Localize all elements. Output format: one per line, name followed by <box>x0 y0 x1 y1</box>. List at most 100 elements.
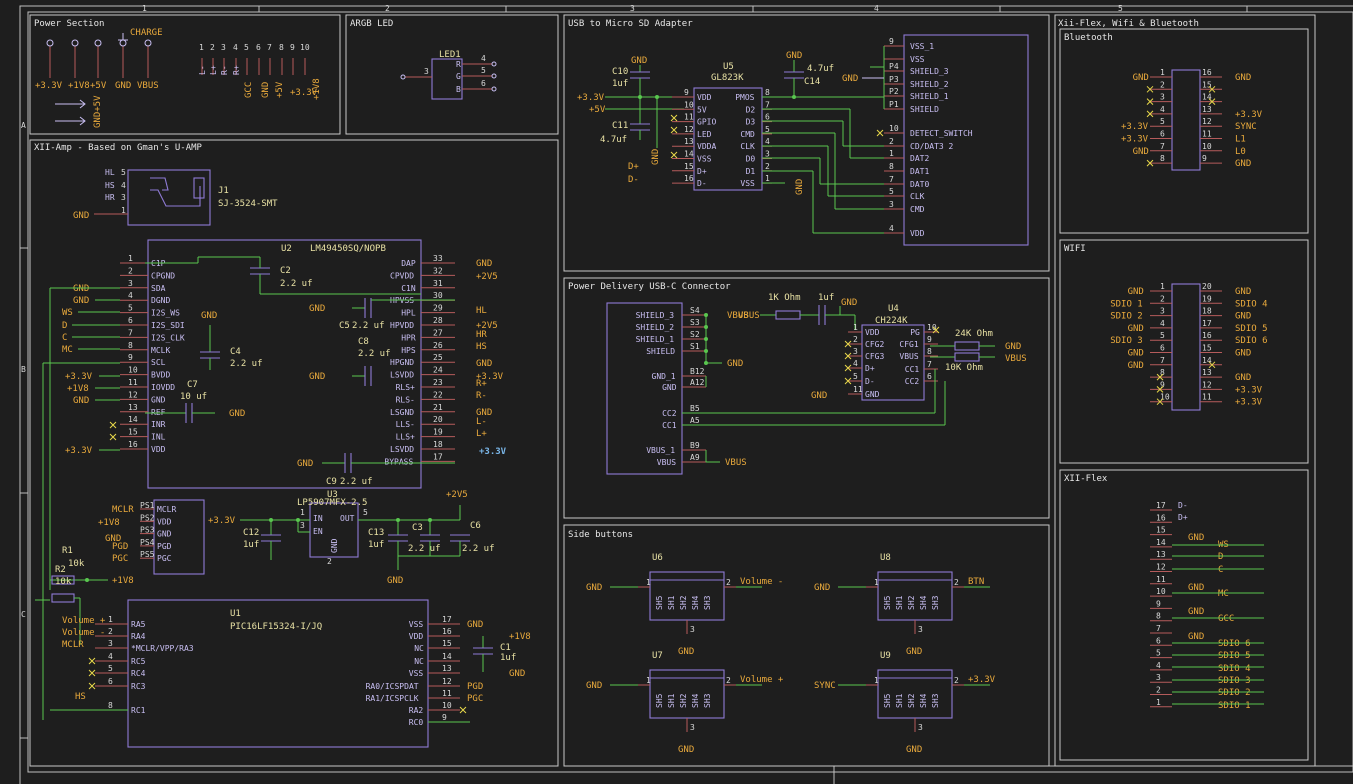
svg-text:U2: U2 <box>281 244 292 254</box>
pin-number: 7 <box>927 360 932 369</box>
svg-text:R1: R1 <box>62 546 73 556</box>
net-label: D <box>1218 552 1223 562</box>
u2-lm49450[interactable]: U2 LM49450SQ/NOPB <box>147 239 422 489</box>
pin-name: DETECT_SWITCH <box>910 129 973 138</box>
net-label: +3.3V <box>65 372 93 382</box>
bluetooth-connector[interactable]: 1 16GND GND2 153 144 13+3.3V5 12+3.3V SYNC6 11+3… <box>1121 68 1263 171</box>
pin-number: 10 <box>1202 142 1212 151</box>
power-section-content: +3.3V +1V8 +5V GND VBUS CHARGE GND+5V 1 … <box>35 28 322 128</box>
pin-number: 2 <box>1156 686 1161 695</box>
pin-number: 15 <box>1156 526 1166 535</box>
net-label: +3.3V <box>1121 135 1149 145</box>
svg-text:B: B <box>456 85 461 94</box>
svg-text:GND: GND <box>811 391 827 401</box>
pin-number: 11 <box>1156 575 1166 584</box>
svg-text:2: 2 <box>210 43 215 52</box>
net-label: L0 <box>1235 147 1246 157</box>
pin-name: SH2 <box>907 693 916 708</box>
svg-text:24K Ohm: 24K Ohm <box>955 329 993 339</box>
pin-number: 1 <box>1156 698 1161 707</box>
net-label: GND <box>1235 287 1251 297</box>
pin-number: 19 <box>1202 294 1212 303</box>
pin-number: PS3 <box>140 526 155 535</box>
net-label: GND <box>1128 324 1144 334</box>
pin-number: 1 <box>853 323 858 332</box>
schematic-canvas[interactable]: 1 2 3 4 5 A B C Power Section ARGB LED U… <box>0 0 1353 784</box>
svg-text:HS: HS <box>105 181 115 190</box>
sheet-xii-flex-group[interactable]: Xii-Flex, Wifi & Bluetooth <box>1054 14 1316 767</box>
svg-text:GND: GND <box>330 538 339 553</box>
pin-number: 2 <box>128 266 133 275</box>
pin-number: 3 <box>918 723 923 732</box>
xii-flex-connector[interactable]: 1716151413121110987654321D-D+GNDWSDCGNDM… <box>1150 501 1264 711</box>
svg-text:PIC16LF15324-I/JQ: PIC16LF15324-I/JQ <box>230 622 322 632</box>
pin-number: 15 <box>128 428 138 437</box>
svg-text:+1V8: +1V8 <box>312 78 322 100</box>
net-label: R+ <box>476 379 487 389</box>
button-u7[interactable]: U7 SH5 SH1 SH2 SH4 SH3 1 2 3 GND GND Volume + <box>586 651 784 755</box>
svg-text:1K Ohm: 1K Ohm <box>768 293 801 303</box>
pin-number: 13 <box>684 137 694 146</box>
net-label: GND <box>73 284 89 294</box>
svg-text:+5V: +5V <box>275 81 285 98</box>
net-label: PGC <box>112 554 128 564</box>
pin-name: RC4 <box>131 669 146 678</box>
no-connect-mark <box>88 657 96 665</box>
pin-number: 13 <box>1202 105 1212 114</box>
pin-number: 7 <box>1160 142 1165 151</box>
svg-text:3: 3 <box>221 43 226 52</box>
pin-number: 6 <box>1160 344 1165 353</box>
net-label: WS <box>62 308 73 318</box>
pin-number: 4 <box>1160 105 1165 114</box>
pin-name: D+ <box>865 364 875 373</box>
net-label: BTN <box>968 577 984 587</box>
no-connect-mark <box>88 682 96 690</box>
sheet-title: Power Section <box>34 19 104 29</box>
svg-text:C14: C14 <box>804 77 820 87</box>
u1-pic16[interactable]: U1 PIC16LF15324-I/JQ <box>127 599 429 748</box>
pin-number: 4 <box>128 291 133 300</box>
led1-component[interactable]: LED1 3 R G B 4 5 6 <box>400 50 497 100</box>
pin-number: P1 <box>889 100 899 109</box>
svg-text:2: 2 <box>327 557 332 566</box>
button-u8[interactable]: U8 SH5 SH1 SH2 SH4 SH3 1 2 3 GND GND BTN <box>814 553 990 657</box>
pin-name: D- <box>865 377 875 386</box>
u3-ldo-regulator[interactable]: U3 LP5907MFX-2.5 IN EN OUT GND 1 3 5 2 <box>297 490 368 566</box>
pin-name: LSVDD <box>390 445 414 454</box>
pin-name: VDD <box>910 229 925 238</box>
svg-text:GND: GND <box>309 372 325 382</box>
pin-name: RC0 <box>409 718 424 727</box>
wifi-connector[interactable]: 1 20 GND GND 2 19 SDIO 1 SDIO 4 3 18 SDIO 2 GND 4 17 G… <box>1110 282 1268 411</box>
button-u6[interactable]: U6 SH5 SH1 SH2 SH4 SH3 1 2 3 GND GND Volume - <box>586 553 783 657</box>
sheet-argb-led[interactable]: ARGB LED <box>345 14 559 135</box>
pin-number: 5 <box>1160 331 1165 340</box>
pin-number: 13 <box>1202 368 1212 377</box>
pin-number: 11 <box>1202 130 1212 139</box>
pin-name: SH4 <box>691 693 700 708</box>
pin-name: PGC <box>157 554 172 563</box>
net-label: VBUS <box>137 81 159 91</box>
pin-number: 2 <box>1160 80 1165 89</box>
pin-name: SH5 <box>883 693 892 708</box>
net-label: MCLR <box>62 640 84 650</box>
net-label: GND <box>678 745 694 755</box>
button-u9[interactable]: U9 SH5 SH1 SH2 SH4 SH3 1 2 3 GND SYNC +3.3V <box>814 651 996 755</box>
svg-text:CH224K: CH224K <box>875 316 908 326</box>
sheet-usb-sd-adapter[interactable]: USB to Micro SD Adapter <box>563 14 1050 272</box>
net-label: PGC <box>467 694 483 704</box>
pin-name: SHIELD_3 <box>910 67 949 76</box>
pin-number: PS2 <box>140 513 155 522</box>
sheet-side-buttons[interactable]: Side buttons <box>563 524 1050 767</box>
pin-number: 1 <box>128 254 133 263</box>
svg-text:1uf: 1uf <box>243 540 259 550</box>
pd-content: VBUS GND VBUS VBUS 1K Ohm 1uf GND U4 CH2… <box>682 293 1027 468</box>
svg-text:10: 10 <box>300 43 310 52</box>
net-label: GND <box>115 81 131 91</box>
net-label: +3.3V <box>65 446 93 456</box>
pin-name: VDDA <box>697 142 716 151</box>
svg-text:GL823K: GL823K <box>711 73 744 83</box>
sheet-bluetooth[interactable]: Bluetooth <box>1059 28 1309 234</box>
sheet-wifi[interactable]: WIFI <box>1059 239 1309 464</box>
pin-number: 8 <box>765 88 770 97</box>
j1-audio-jack[interactable]: J1 SJ-3524-SMT <box>127 169 278 226</box>
